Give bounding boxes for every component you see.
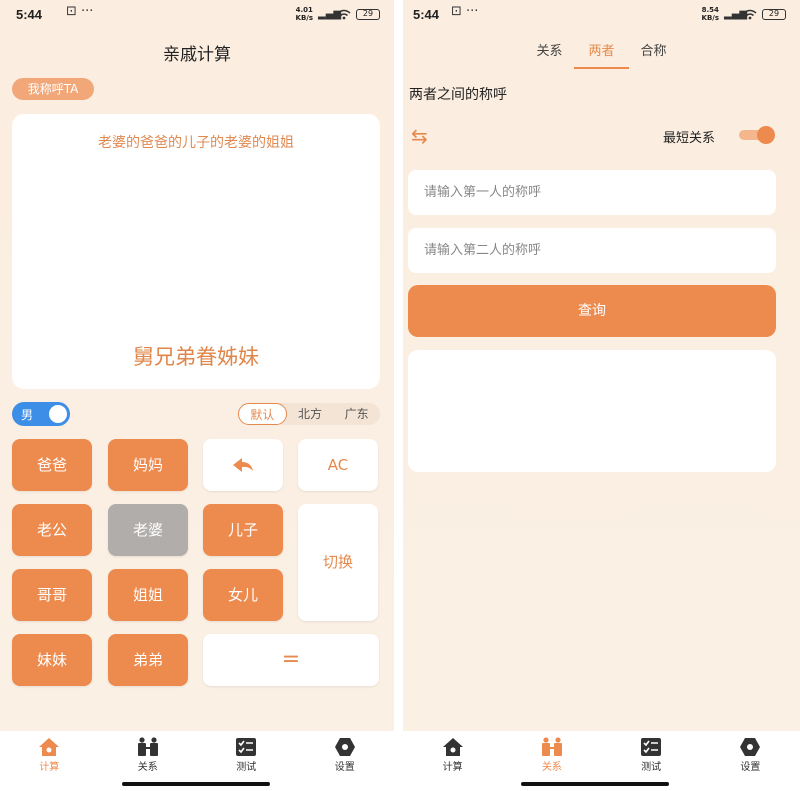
people-icon (541, 737, 562, 756)
query-button[interactable]: 查询 (408, 285, 776, 337)
mode-toggle-button[interactable]: 我称呼TA (12, 78, 94, 100)
dialect-cantonese[interactable]: 广东 (333, 403, 380, 425)
key-elder-sister[interactable]: 姐姐 (108, 569, 188, 621)
key-daughter[interactable]: 女儿 (203, 569, 283, 621)
status-bar: 5:44 ⊡ ··· 8.54 KB/s ▂▄▆ 29 (403, 0, 800, 30)
page-title: 亲戚计算 (163, 45, 231, 65)
second-person-input[interactable] (408, 228, 776, 273)
nav-settings[interactable]: 设置 (296, 731, 395, 791)
equals-button[interactable]: = (203, 634, 379, 686)
settings-icon (334, 738, 355, 756)
tab-combined[interactable]: 合称 (641, 40, 667, 69)
gender-label: 男 (21, 408, 34, 422)
signal-icon: ▂▄▆ (318, 8, 342, 20)
calculator-screen: 5:44 ⊡ ··· 4.01 KB/s ▂▄▆ 29 亲戚计算 我称呼TA 老婆… (0, 0, 394, 791)
battery-icon: 29 (356, 8, 380, 20)
wifi-icon (743, 9, 757, 20)
settings-icon (740, 738, 761, 756)
key-younger-sister[interactable]: 妹妹 (12, 634, 92, 686)
display-panel: 老婆的爸爸的儿子的老婆的姐姐 舅兄弟眷姊妹 (12, 114, 380, 389)
nav-test-label: 测试 (236, 762, 257, 773)
status-more-icon: ⊡ ··· (66, 4, 94, 19)
key-husband[interactable]: 老公 (12, 504, 92, 556)
backspace-button[interactable] (203, 439, 283, 491)
status-time: 5:44 (413, 7, 440, 22)
tab-between-two[interactable]: 两者 (574, 40, 629, 69)
checklist-icon (236, 738, 257, 756)
query-result-box (408, 350, 776, 472)
nav-settings-label: 设置 (740, 762, 761, 773)
swap-icon[interactable]: ⇆ (411, 124, 428, 148)
tab-relation[interactable]: 关系 (536, 40, 562, 69)
speed-value: 4.01 (295, 6, 313, 14)
status-bar: 5:44 ⊡ ··· 4.01 KB/s ▂▄▆ 29 (0, 0, 394, 30)
nav-calc-label: 计算 (39, 762, 60, 773)
relation-tabs: 关系 两者 合称 (403, 40, 800, 69)
status-time: 5:44 (16, 7, 43, 22)
dialect-default[interactable]: 默认 (238, 403, 287, 425)
key-wife[interactable]: 老婆 (108, 504, 188, 556)
key-elder-brother[interactable]: 哥哥 (12, 569, 92, 621)
key-younger-brother[interactable]: 弟弟 (108, 634, 188, 686)
speed-unit: KB/s (295, 14, 313, 22)
home-indicator[interactable] (521, 782, 669, 786)
network-speed: 4.01 KB/s (296, 6, 313, 22)
key-dad[interactable]: 爸爸 (12, 439, 92, 491)
shortest-relation-toggle[interactable] (739, 126, 775, 144)
switch-button[interactable]: 切换 (298, 504, 378, 621)
wifi-icon (337, 9, 351, 20)
screen-divider (394, 0, 403, 791)
home-icon (442, 738, 463, 756)
gender-toggle-knob (49, 405, 67, 423)
nav-relation-label: 关系 (541, 762, 562, 773)
section-title: 两者之间的称呼 (409, 87, 507, 103)
nav-calc[interactable]: 计算 (403, 731, 502, 791)
signal-icon: ▂▄▆ (724, 8, 748, 20)
nav-test-label: 测试 (641, 762, 662, 773)
network-speed: 8.54 KB/s (702, 6, 719, 22)
dialect-selector: 默认 北方 广东 (238, 403, 380, 425)
expression-text: 老婆的爸爸的儿子的老婆的姐姐 (98, 135, 294, 151)
shortest-relation-label: 最短关系 (663, 131, 716, 146)
first-person-input[interactable] (408, 170, 776, 215)
relation-screen: 5:44 ⊡ ··· 8.54 KB/s ▂▄▆ 29 关系 两者 合称 两者之间… (403, 0, 800, 791)
home-icon (39, 738, 60, 756)
nav-settings-label: 设置 (334, 762, 355, 773)
clear-button[interactable]: AC (298, 439, 378, 491)
nav-calc[interactable]: 计算 (0, 731, 99, 791)
result-text: 舅兄弟眷姊妹 (133, 345, 259, 369)
people-icon (137, 737, 158, 756)
speed-value: 8.54 (701, 6, 719, 14)
nav-settings[interactable]: 设置 (701, 731, 800, 791)
nav-calc-label: 计算 (442, 762, 463, 773)
toggle-knob (757, 126, 775, 144)
nav-relation-label: 关系 (137, 762, 158, 773)
home-indicator[interactable] (122, 782, 270, 786)
dialect-north[interactable]: 北方 (287, 403, 334, 425)
key-mom[interactable]: 妈妈 (108, 439, 188, 491)
battery-icon: 29 (762, 8, 786, 20)
status-more-icon: ⊡ ··· (451, 4, 479, 19)
gender-toggle[interactable]: 男 (12, 402, 70, 426)
checklist-icon (641, 738, 662, 756)
backspace-icon (233, 458, 253, 472)
key-son[interactable]: 儿子 (203, 504, 283, 556)
speed-unit: KB/s (701, 14, 719, 22)
